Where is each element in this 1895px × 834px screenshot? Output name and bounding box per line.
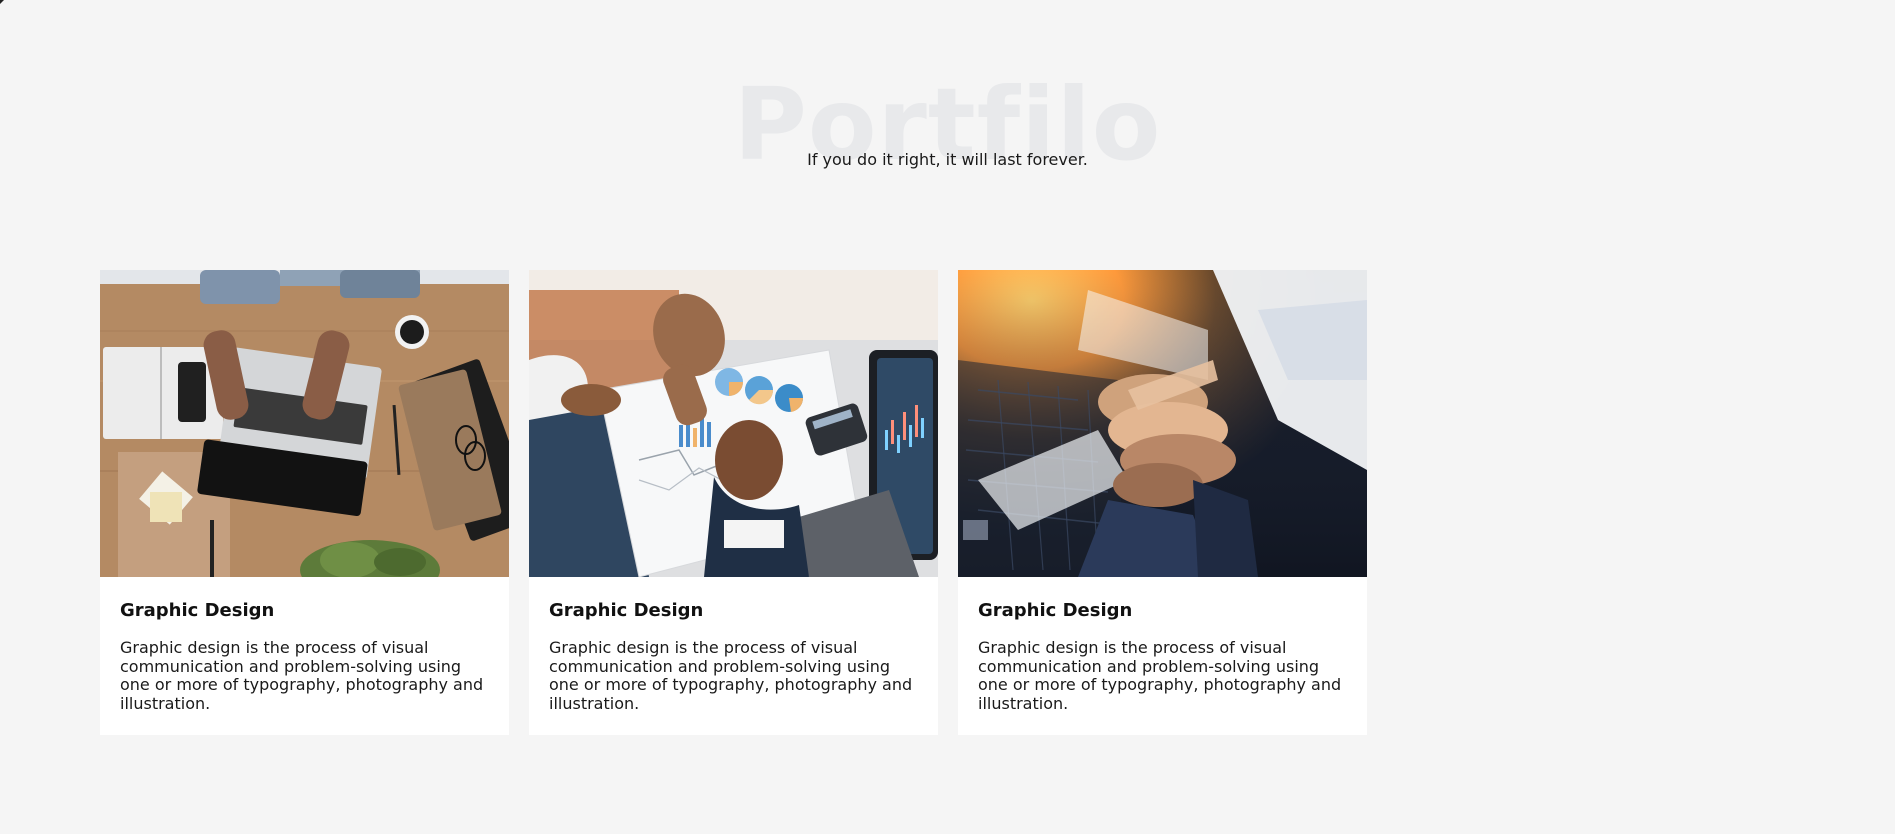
card-description: Graphic design is the process of visual … (549, 638, 913, 713)
charts-meeting-image[interactable] (529, 270, 938, 577)
card-body: Graphic Design Graphic design is the pro… (100, 577, 509, 713)
card-body: Graphic Design Graphic design is the pro… (529, 577, 938, 713)
portfolio-header: Portfilo If you do it right, it will las… (0, 70, 1895, 180)
portfolio-card[interactable]: Graphic Design Graphic design is the pro… (529, 270, 938, 735)
card-body: Graphic Design Graphic design is the pro… (958, 577, 1367, 713)
card-title[interactable]: Graphic Design (549, 599, 918, 623)
portfolio-subtitle: If you do it right, it will last forever… (807, 150, 1088, 169)
card-title[interactable]: Graphic Design (978, 599, 1347, 623)
portfolio-card[interactable]: Graphic Design Graphic design is the pro… (958, 270, 1367, 735)
portfolio-cards: Graphic Design Graphic design is the pro… (100, 270, 1367, 735)
workspace-laptop-image[interactable] (100, 270, 509, 577)
corner-mark (0, 0, 4, 4)
card-description: Graphic design is the process of visual … (120, 638, 484, 713)
card-title[interactable]: Graphic Design (120, 599, 489, 623)
card-description: Graphic design is the process of visual … (978, 638, 1342, 713)
team-hands-image[interactable] (958, 270, 1367, 577)
portfolio-card[interactable]: Graphic Design Graphic design is the pro… (100, 270, 509, 735)
